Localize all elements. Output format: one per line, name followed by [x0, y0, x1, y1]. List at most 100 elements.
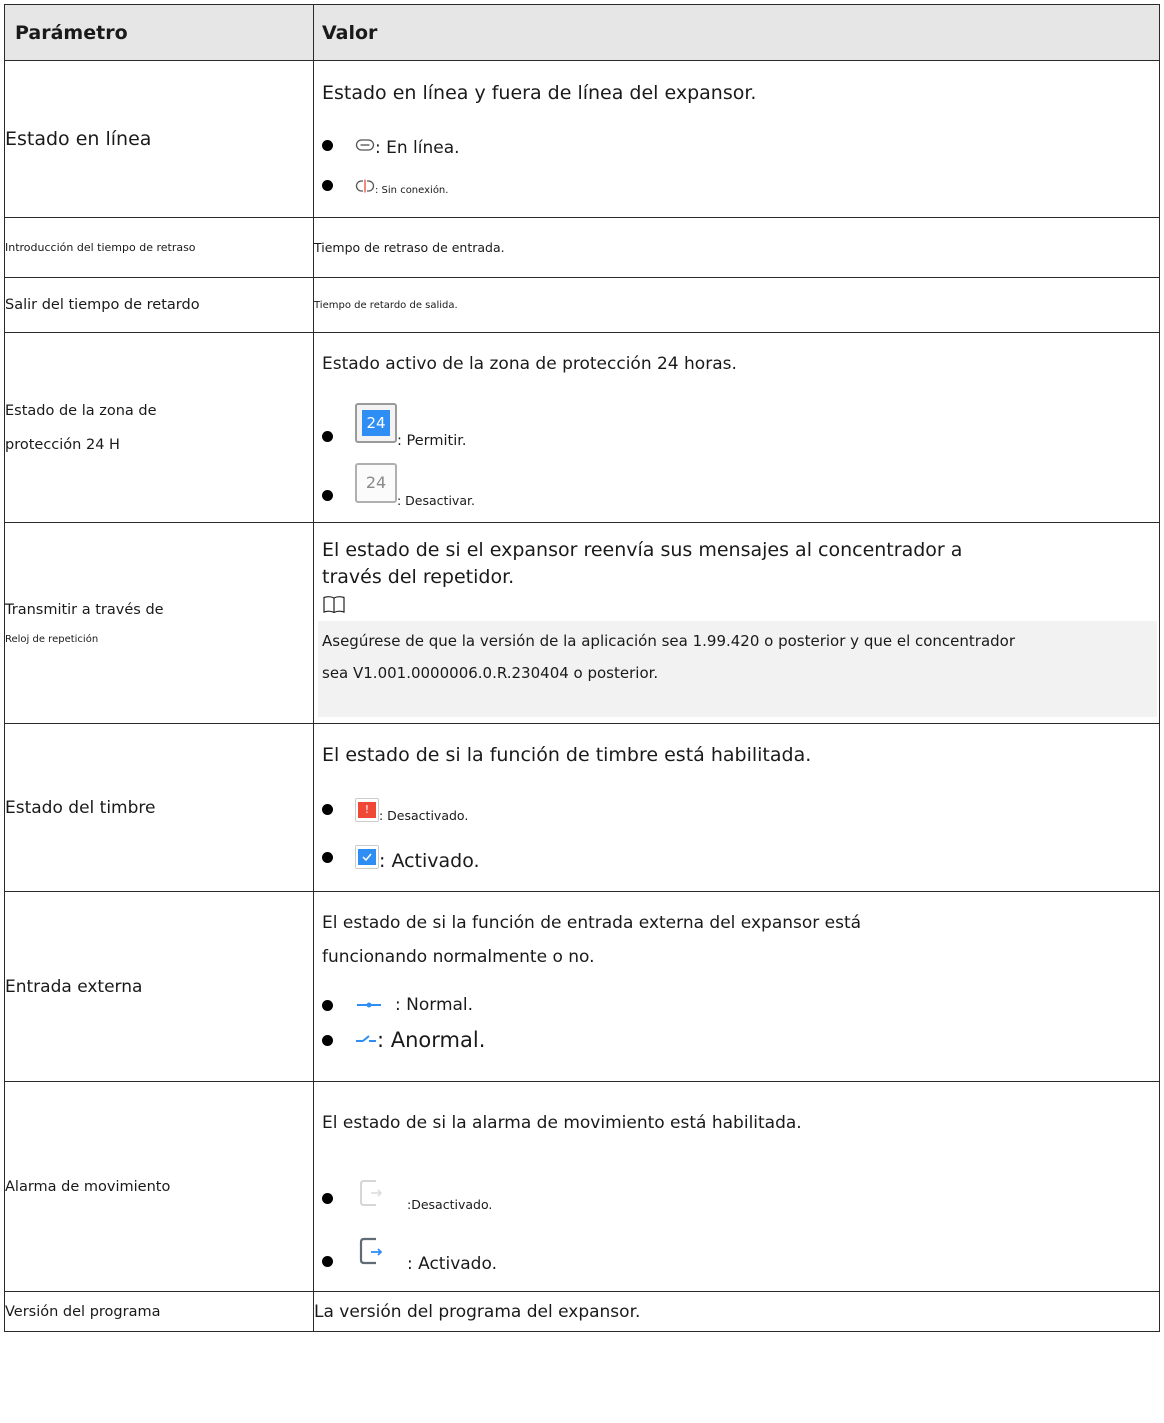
desc-repeater: El estado de si el expansor reenvía sus …	[322, 537, 962, 591]
value-cell: Tiempo de retardo de salida.	[313, 277, 1160, 333]
header-value-cell: Valor	[313, 4, 1160, 61]
param-version: Versión del programa	[5, 1303, 161, 1320]
list-item: 24 : Permitir.	[322, 397, 466, 449]
table-row: Alarma de movimiento El estado de si la …	[4, 1081, 1160, 1292]
bullet	[322, 851, 333, 863]
desc-buzzer: El estado de si la función de timbre est…	[322, 744, 812, 766]
desc-online: Estado en línea y fuera de línea del exp…	[322, 82, 757, 104]
desc-external: El estado de si la función de entrada ex…	[322, 906, 861, 974]
note-line2: sea V1.001.0000006.0.R.230404 o posterio…	[322, 664, 659, 682]
value-cell: El estado de si la alarma de movimiento …	[313, 1081, 1160, 1292]
closed-switch-icon	[355, 997, 383, 1013]
list-item: : Anormal.	[322, 1028, 485, 1052]
desc-repeater-line2: través del repetidor.	[322, 566, 515, 588]
table-row: Transmitir a través de Reloj de repetici…	[4, 522, 1160, 724]
param-buzzer: Estado del timbre	[5, 797, 156, 818]
buzzer-on-label: : Activado.	[379, 850, 480, 872]
desc-external-line2: funcionando normalmente o no.	[322, 947, 595, 967]
bullet	[322, 180, 333, 191]
normal-label: : Normal.	[395, 995, 474, 1015]
value-cell: El estado de si la función de entrada ex…	[313, 891, 1160, 1082]
value-cell: La versión del programa del expansor.	[313, 1291, 1160, 1332]
param-repeater-line1: Transmitir a través de	[5, 602, 164, 618]
note-line1: Asegúrese de que la versión de la aplica…	[322, 632, 1016, 650]
table-row: Introducción del tiempo de retraso Tiemp…	[4, 217, 1160, 278]
list-item: : Activado.	[322, 842, 480, 872]
header-param-cell: Parámetro	[4, 4, 314, 61]
table-header: Parámetro Valor	[4, 4, 1160, 61]
open-switch-icon	[355, 1032, 377, 1048]
value-cell: El estado de si la función de timbre est…	[313, 723, 1160, 892]
param-cell: Estado del timbre	[4, 723, 314, 892]
bullet	[322, 999, 333, 1011]
link-broken-icon	[355, 176, 375, 196]
badge-on-label: 24	[362, 410, 390, 436]
table-row: Salir del tiempo de retardo Tiempo de re…	[4, 277, 1160, 333]
param-motion: Alarma de movimiento	[5, 1178, 171, 1195]
value-cell: Tiempo de retraso de entrada.	[313, 217, 1160, 278]
param-entry-delay: Introducción del tiempo de retraso	[5, 241, 196, 254]
list-item: :Desactivado.	[322, 1174, 492, 1212]
check-square-icon	[355, 845, 379, 869]
value-version: La versión del programa del expansor.	[314, 1301, 641, 1322]
list-item: ! : Desactivado.	[322, 796, 468, 823]
bullet	[322, 139, 333, 151]
value-cell: El estado de si el expansor reenvía sus …	[313, 522, 1160, 724]
bullet	[322, 1192, 333, 1204]
table-row: Estado de la zona de protección 24 H Est…	[4, 332, 1160, 523]
exit-disabled-icon	[355, 1174, 389, 1212]
desc-24h: Estado activo de la zona de protección 2…	[322, 354, 737, 374]
note-box: Asegúrese de que la versión de la aplica…	[318, 621, 1157, 717]
exit-enabled-icon	[355, 1232, 389, 1270]
header-value: Valor	[322, 21, 378, 44]
bullet	[322, 430, 333, 442]
offline-label: : Sin conexión.	[375, 185, 449, 196]
param-24h-line2: protección 24 H	[5, 436, 120, 453]
bullet	[322, 804, 333, 815]
value-exit-delay: Tiempo de retardo de salida.	[314, 299, 458, 311]
param-cell: Alarma de movimiento	[4, 1081, 314, 1292]
param-cell: Versión del programa	[4, 1291, 314, 1332]
param-24h-line1: Estado de la zona de	[5, 402, 157, 419]
badge-24-disabled-icon: 24	[355, 462, 397, 503]
bullet	[322, 1034, 333, 1046]
header-param: Parámetro	[15, 21, 128, 44]
parameter-table: Parámetro Valor Estado en línea Estado e…	[4, 4, 1160, 1332]
bullet	[322, 490, 333, 501]
alert-square-icon: !	[355, 797, 379, 822]
param-cell: Introducción del tiempo de retraso	[4, 217, 314, 278]
abnormal-label: : Anormal.	[377, 1028, 486, 1052]
table-row: Versión del programa La versión del prog…	[4, 1291, 1160, 1332]
param-external: Entrada externa	[5, 976, 143, 997]
param-cell: Salir del tiempo de retardo	[4, 277, 314, 333]
buzzer-off-label: : Desactivado.	[379, 808, 469, 823]
badge-24-enabled-icon: 24	[355, 403, 397, 443]
disable-label: : Desactivar.	[397, 493, 475, 508]
param-cell: Entrada externa	[4, 891, 314, 1082]
permit-label: : Permitir.	[397, 433, 467, 449]
param-exit-delay: Salir del tiempo de retardo	[5, 297, 200, 313]
table-row: Estado en línea Estado en línea y fuera …	[4, 60, 1160, 218]
param-cell: Transmitir a través de Reloj de repetici…	[4, 522, 314, 724]
value-entry-delay: Tiempo de retraso de entrada.	[314, 240, 505, 255]
link-connected-icon	[355, 135, 375, 155]
table-row: Estado del timbre El estado de si la fun…	[4, 723, 1160, 892]
book-icon	[323, 595, 345, 619]
param-online: Estado en línea	[5, 128, 152, 150]
motion-off-label: :Desactivado.	[407, 1196, 493, 1212]
param-repeater-line2: Reloj de repetición	[5, 634, 99, 645]
value-cell: Estado activo de la zona de protección 2…	[313, 332, 1160, 523]
bullet	[322, 1255, 333, 1267]
desc-external-line1: El estado de si la función de entrada ex…	[322, 913, 862, 933]
value-cell: Estado en línea y fuera de línea del exp…	[313, 60, 1160, 218]
desc-motion: El estado de si la alarma de movimiento …	[322, 1113, 802, 1133]
online-label: : En línea.	[375, 138, 460, 158]
list-item: : En línea.	[322, 132, 460, 158]
list-item: : Sin conexión.	[322, 175, 448, 196]
motion-on-label: : Activado.	[407, 1254, 497, 1274]
badge-off-label: 24	[365, 473, 387, 492]
desc-repeater-line1: El estado de si el expansor reenvía sus …	[322, 539, 963, 561]
param-cell: Estado en línea	[4, 60, 314, 218]
list-item: : Activado.	[322, 1228, 497, 1274]
list-item: 24 : Desactivar.	[322, 457, 475, 508]
